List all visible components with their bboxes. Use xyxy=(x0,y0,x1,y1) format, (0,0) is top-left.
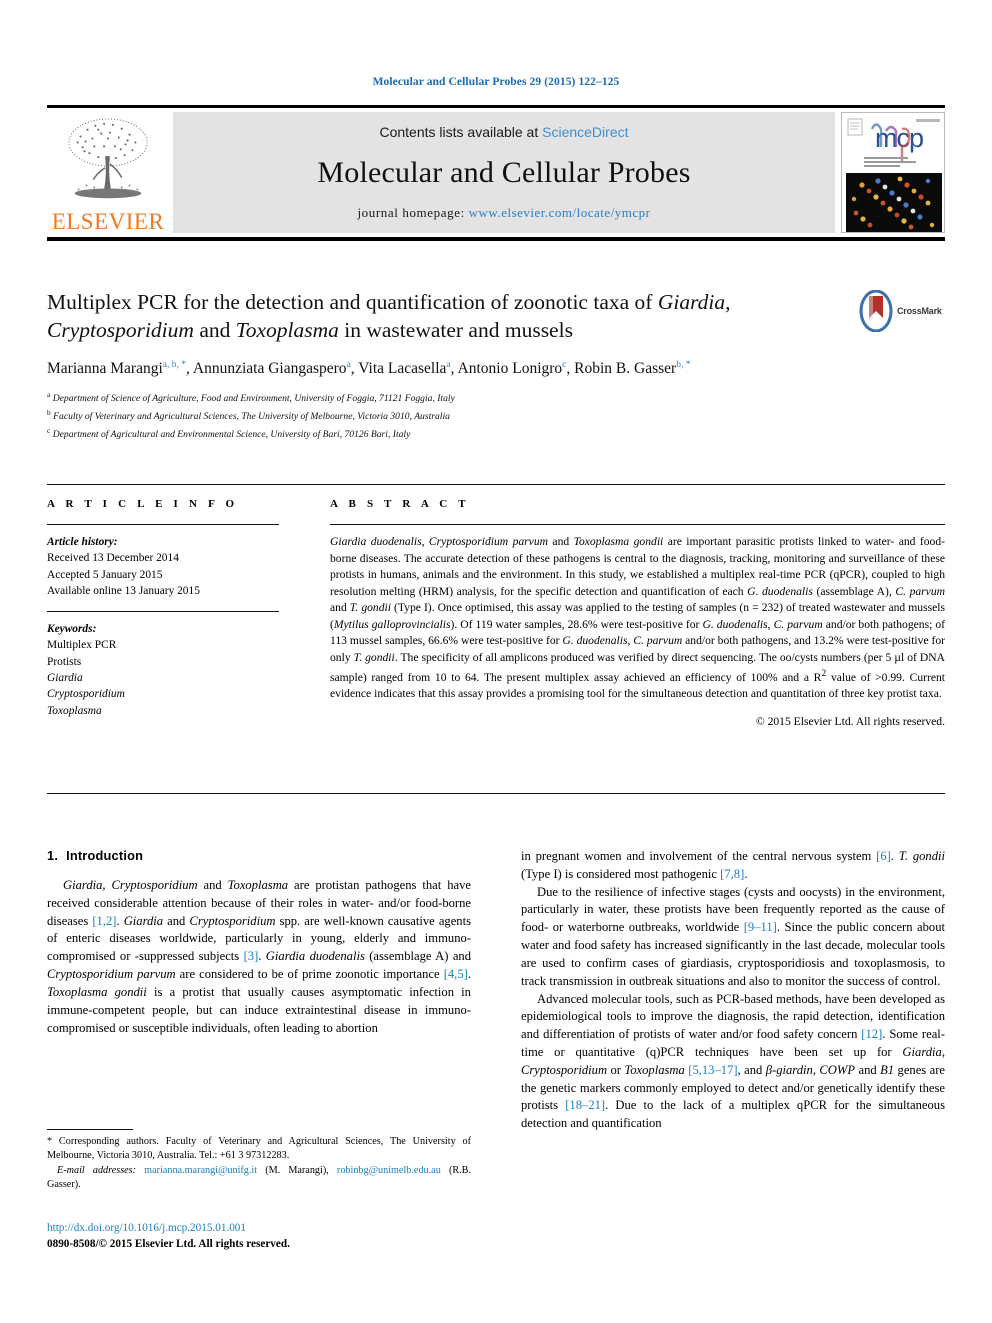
corresponding-author-note: * Corresponding authors. Faculty of Vete… xyxy=(47,1136,471,1162)
cover-artwork: mcp xyxy=(842,113,944,232)
author-3-affil-marks: c xyxy=(562,359,567,370)
author-4: Robin B. Gasserb, * xyxy=(574,360,690,377)
contents-available-line: Contents lists available at ScienceDirec… xyxy=(379,124,628,140)
crossmark-icon xyxy=(859,290,893,332)
article-history-online: Available online 13 January 2015 xyxy=(47,585,200,598)
title-part-1: Multiplex PCR for the detection and quan… xyxy=(47,290,658,314)
title-taxon-toxoplasma: Toxoplasma xyxy=(235,318,339,343)
affiliation-a-mark: a xyxy=(47,390,51,400)
affiliation-c-text: Department of Agricultural and Environme… xyxy=(52,428,411,440)
abstract-label: A B S T R A C T xyxy=(330,498,470,510)
doi-link[interactable]: http://dx.doi.org/10.1016/j.mcp.2015.01.… xyxy=(47,1220,477,1236)
abstract-copyright: © 2015 Elsevier Ltd. All rights reserved… xyxy=(755,714,945,728)
title-sep-2: and xyxy=(193,318,236,343)
section-title: Introduction xyxy=(66,848,144,863)
footnote-rule xyxy=(47,1129,133,1130)
body-column-right: in pregnant women and involvement of the… xyxy=(521,848,945,1133)
intro-paragraph-1-cont: in pregnant women and involvement of the… xyxy=(521,849,946,881)
crossmark-label: CrossMark xyxy=(897,306,942,316)
crossmark-badge[interactable]: CrossMark xyxy=(859,288,945,334)
author-2-affil-marks: a xyxy=(446,359,451,370)
affiliation-c: c Department of Agricultural and Environ… xyxy=(47,425,945,443)
homepage-prefix: journal homepage: xyxy=(357,205,469,220)
article-info-column: Article history: Received 13 December 20… xyxy=(47,524,279,719)
author-1-affil-marks: a xyxy=(346,359,351,370)
author-0: Marianna Marangia, b, * xyxy=(47,360,186,377)
keyword-3: Cryptosporidium xyxy=(47,688,125,701)
email-link-gasser[interactable]: robinbg@unimelb.edu.au xyxy=(337,1165,441,1176)
doi-footer: http://dx.doi.org/10.1016/j.mcp.2015.01.… xyxy=(47,1220,477,1252)
title-part-tail: in wastewater and mussels xyxy=(338,318,573,343)
journal-masthead: ELSEVIER Contents lists available at Sci… xyxy=(47,105,945,241)
contents-prefix: Contents lists available at xyxy=(379,124,543,140)
article-info-label: A R T I C L E I N F O xyxy=(47,498,239,510)
divider-below-abstract xyxy=(47,793,945,794)
title-block: Multiplex PCR for the detection and quan… xyxy=(47,288,945,443)
affiliation-c-mark: c xyxy=(47,425,51,435)
page-title: Multiplex PCR for the detection and quan… xyxy=(47,288,945,345)
author-3: Antonio Lonigroc xyxy=(458,360,567,377)
journal-title: Molecular and Cellular Probes xyxy=(317,155,691,189)
article-history-received: Received 13 December 2014 xyxy=(47,552,179,565)
journal-homepage-line: journal homepage: www.elsevier.com/locat… xyxy=(357,205,650,221)
journal-article-page: Molecular and Cellular Probes 29 (2015) … xyxy=(0,0,992,1323)
section-number: 1. xyxy=(47,848,59,863)
abstract-text: Giardia duodenalis, Cryptosporidium parv… xyxy=(330,535,946,701)
affiliation-b-mark: b xyxy=(47,407,51,417)
sciencedirect-link[interactable]: ScienceDirect xyxy=(542,124,628,140)
divider-above-article-info xyxy=(47,484,945,485)
masthead-center-panel: Contents lists available at ScienceDirec… xyxy=(173,112,835,233)
author-1-name: Annunziata Giangaspero xyxy=(192,359,347,377)
homepage-url-link[interactable]: www.elsevier.com/locate/ymcpr xyxy=(469,205,651,220)
keyword-4: Toxoplasma xyxy=(47,704,102,717)
running-head: Molecular and Cellular Probes 29 (2015) … xyxy=(372,76,620,88)
email-link-marangi[interactable]: marianna.marangi@unifg.it xyxy=(144,1165,257,1176)
author-2: Vita Lacasellaa xyxy=(358,360,450,377)
email-addresses-note: E-mail addresses: marianna.marangi@unifg… xyxy=(47,1164,471,1193)
intro-paragraph-3: Advanced molecular tools, such as PCR-ba… xyxy=(521,991,945,1131)
keyword-2: Giardia xyxy=(47,671,83,684)
footnote-block: * Corresponding authors. Faculty of Vete… xyxy=(47,1129,471,1192)
author-1: Annunziata Giangasperoa xyxy=(193,360,351,377)
author-0-name: Marianna Marangi xyxy=(47,359,163,377)
keyword-0: Multiplex PCR xyxy=(47,639,117,652)
affiliation-list: a Department of Science of Agriculture, … xyxy=(47,389,945,442)
email-owner-marangi: (M. Marangi), xyxy=(265,1164,329,1176)
title-taxon-cryptosporidium: Cryptosporidium xyxy=(47,318,194,343)
affiliation-a: a Department of Science of Agriculture, … xyxy=(47,389,945,407)
body-column-left: 1. Introduction Giardia, Cryptosporidium … xyxy=(47,848,471,1037)
elsevier-wordmark: ELSEVIER xyxy=(51,209,165,234)
keywords-block: Keywords: Multiplex PCR Protists Giardia… xyxy=(47,610,279,720)
keywords-heading: Keywords: xyxy=(47,622,97,635)
elsevier-tree-icon xyxy=(68,118,148,199)
intro-paragraph-1: Giardia, Cryptosporidium and Toxoplasma … xyxy=(47,878,472,1035)
author-4-name: Robin B. Gasser xyxy=(574,359,677,377)
issn-copyright-line: 0890-8508/© 2015 Elsevier Ltd. All right… xyxy=(47,1238,290,1251)
author-4-affil-marks: b, * xyxy=(676,359,691,370)
article-history-heading: Article history: xyxy=(47,536,118,548)
keyword-1: Protists xyxy=(47,655,82,668)
article-history-accepted: Accepted 5 January 2015 xyxy=(47,568,163,581)
author-3-name: Antonio Lonigro xyxy=(457,359,563,377)
author-list: Marianna Marangia, b, *, Annunziata Gian… xyxy=(47,359,691,377)
title-sep-1: , xyxy=(725,290,731,314)
author-2-name: Vita Lacasella xyxy=(358,359,447,377)
affiliation-a-text: Department of Science of Agriculture, Fo… xyxy=(52,393,455,405)
intro-paragraph-2: Due to the resilience of infective stage… xyxy=(521,884,945,988)
title-taxon-giardia: Giardia xyxy=(657,290,726,314)
affiliation-b-text: Faculty of Veterinary and Agricultural S… xyxy=(53,411,450,423)
email-label: E-mail addresses: xyxy=(57,1164,137,1176)
author-0-affil-marks: a, b, * xyxy=(162,359,186,370)
elsevier-logo: ELSEVIER xyxy=(47,108,169,237)
affiliation-b: b Faculty of Veterinary and Agricultural… xyxy=(47,407,945,425)
section-heading-introduction: 1. Introduction xyxy=(47,848,471,863)
abstract-column: Giardia duodenalis, Cryptosporidium parv… xyxy=(330,524,945,730)
journal-cover-thumbnail: mcp xyxy=(841,112,945,233)
